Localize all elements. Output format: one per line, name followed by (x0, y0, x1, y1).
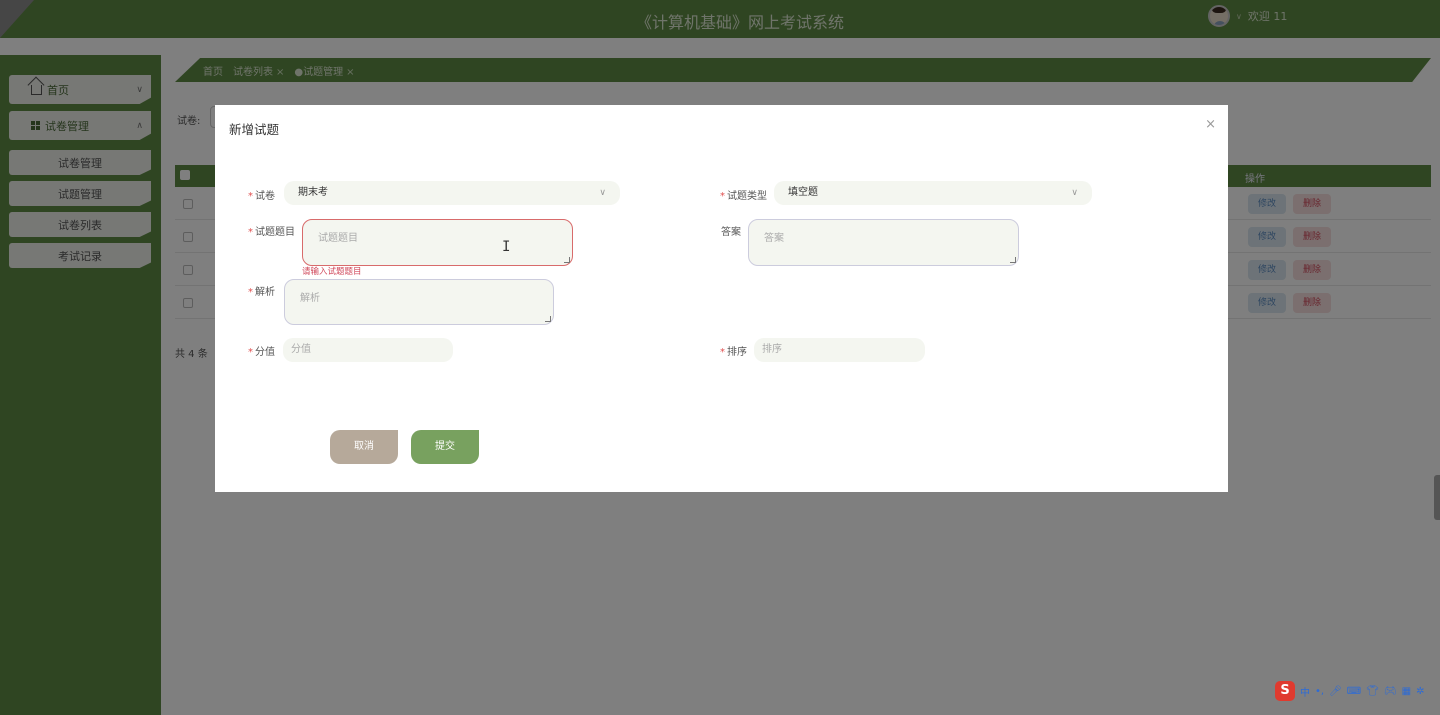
chevron-down-icon: ∨ (599, 188, 606, 198)
paper-select-value: 期末考 (298, 187, 328, 198)
cancel-button[interactable]: 取消 (330, 430, 398, 464)
analysis-label: * 解析 (248, 287, 275, 298)
sogou-logo-icon[interactable]: S (1275, 681, 1295, 701)
order-input[interactable]: 排序 (754, 338, 925, 362)
question-error-message: 请输入试题题目 (302, 267, 362, 277)
ime-mode[interactable]: 中 (1300, 684, 1310, 699)
ime-toolbar[interactable]: S 中 •, 🎤︎ ⌨︎ 👕︎ 🎮︎ ▦ ✲ (1275, 680, 1440, 702)
paper-select[interactable]: 期末考 ∨ (284, 181, 620, 205)
text-cursor-icon: I (502, 239, 511, 255)
punctuation-icon[interactable]: •, (1315, 686, 1324, 697)
chevron-down-icon: ∨ (1071, 188, 1078, 198)
scroll-side-tab[interactable] (1434, 475, 1440, 520)
game-icon[interactable]: 🎮︎ (1384, 686, 1397, 697)
resize-handle-icon[interactable] (1010, 257, 1016, 263)
apps-icon[interactable]: ▦ (1402, 686, 1411, 697)
answer-textarea[interactable]: 答案 (748, 219, 1019, 266)
question-type-value: 填空题 (788, 187, 818, 198)
question-textarea[interactable]: 试题题目 (302, 219, 573, 266)
skin-icon[interactable]: 👕︎ (1366, 686, 1379, 697)
keyboard-icon[interactable]: ⌨︎ (1347, 686, 1361, 697)
resize-handle-icon[interactable] (545, 316, 551, 322)
question-type-label: * 试题类型 (720, 191, 767, 202)
answer-placeholder: 答案 (764, 233, 784, 244)
paper-label: * 试卷 (248, 191, 275, 202)
answer-label: 答案 (721, 227, 741, 238)
dialog-title: 新增试题 (229, 122, 280, 137)
question-placeholder: 试题题目 (318, 233, 358, 244)
analysis-textarea[interactable]: 解析 (284, 279, 554, 325)
close-icon[interactable]: × (1205, 117, 1216, 132)
microphone-icon[interactable]: 🎤︎ (1329, 686, 1342, 697)
question-label: * 试题题目 (248, 227, 295, 238)
resize-handle-icon[interactable] (564, 257, 570, 263)
score-label: * 分值 (248, 347, 275, 358)
settings-icon[interactable]: ✲ (1416, 686, 1424, 697)
question-type-select[interactable]: 填空题 ∨ (774, 181, 1092, 205)
analysis-placeholder: 解析 (300, 293, 320, 304)
score-input[interactable]: 分值 (283, 338, 453, 362)
add-question-dialog: 新增试题 × * 试卷 期末考 ∨ * 试题类型 填空题 ∨ * 试题题目 试题题目 … (215, 105, 1228, 492)
order-label: * 排序 (720, 347, 747, 358)
submit-button[interactable]: 提交 (411, 430, 479, 464)
